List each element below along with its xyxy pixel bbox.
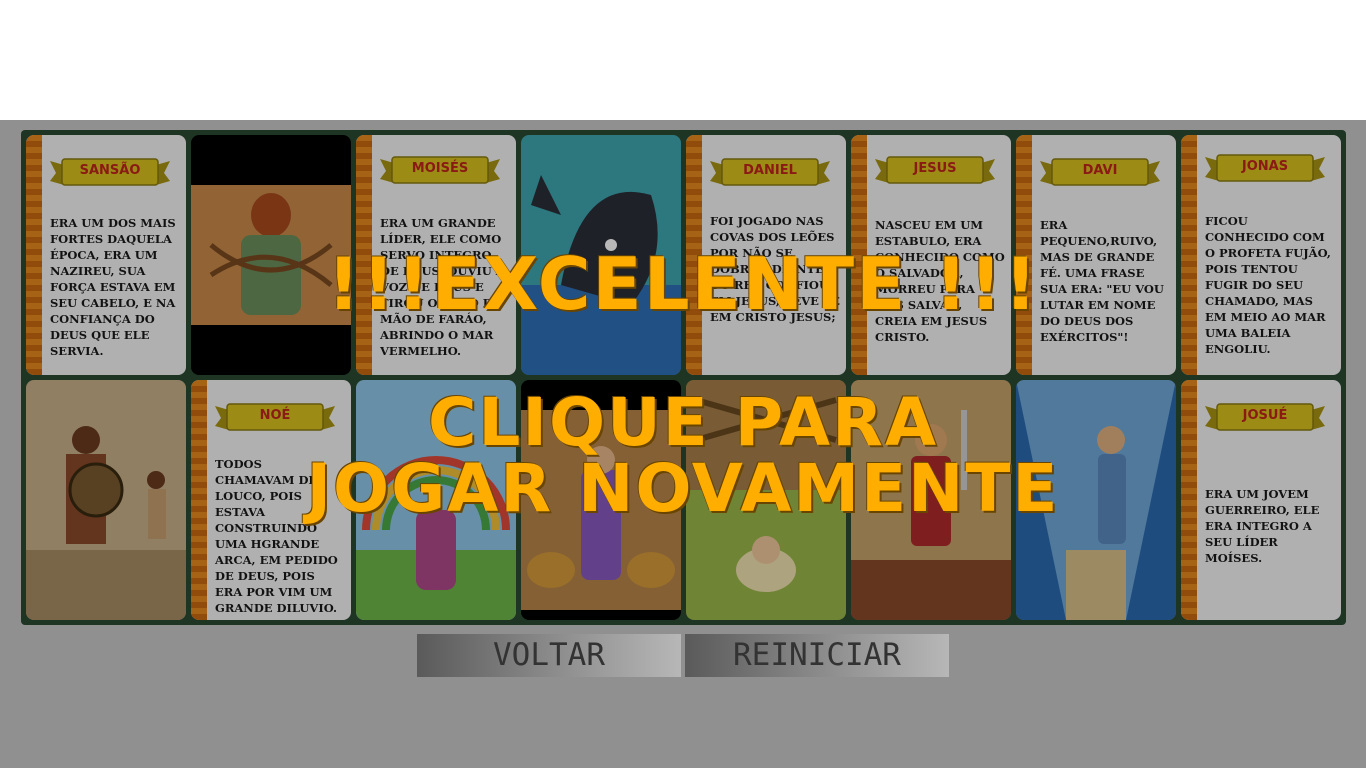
play-again-line-2[interactable]: JOGAR NOVAMENTE xyxy=(0,456,1366,522)
play-again-line-1[interactable]: CLIQUE PARA xyxy=(0,390,1366,456)
back-button[interactable]: VOLTAR xyxy=(417,634,681,677)
win-message: !!!EXCELENTE !!! xyxy=(327,242,1039,326)
top-white-band xyxy=(0,0,1366,120)
play-again-prompt[interactable]: CLIQUE PARA JOGAR NOVAMENTE xyxy=(0,390,1366,522)
restart-button[interactable]: REINICIAR xyxy=(685,634,949,677)
